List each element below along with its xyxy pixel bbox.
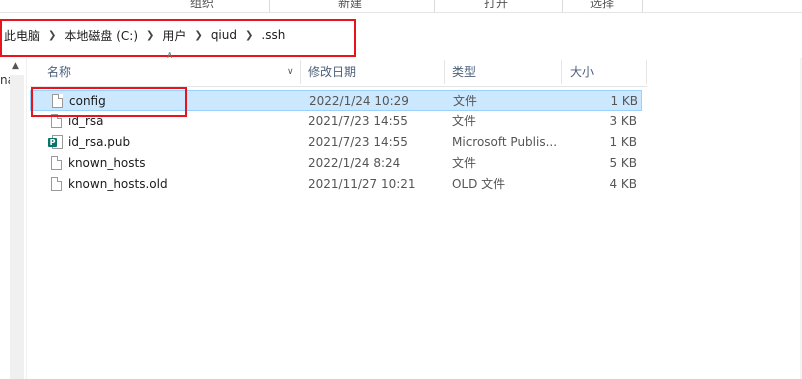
file-date-modified: 2021/7/23 14:55 [308,135,408,149]
nav-scrollbar[interactable] [10,75,24,379]
file-icon [52,94,63,108]
file-row-id-rsa[interactable]: id_rsa 2021/7/23 14:55 文件 3 KB [30,111,642,132]
file-type: 文件 [452,114,477,128]
file-type: Microsoft Publis... [452,135,558,149]
chevron-right-icon[interactable]: ❯ [144,30,156,41]
column-type[interactable]: 类型 [435,58,555,86]
column-header-row: ∧ 名称 ∨ 修改日期 类型 大小 [30,50,647,87]
ribbon-group-organize: 组织 [190,0,215,10]
file-name[interactable]: config [69,91,299,112]
breadcrumb-ssh-folder[interactable]: .ssh [255,28,291,42]
file-icon [51,114,62,128]
file-type: 文件 [452,156,477,170]
file-size: 1 KB [610,94,638,108]
file-type: 文件 [453,94,478,108]
file-name[interactable]: id_rsa [68,111,298,132]
breadcrumb-local-disk[interactable]: 本地磁盘 (C:) [58,27,144,44]
ribbon-group-new: 新建 [338,0,363,10]
ribbon-divider [434,0,435,12]
file-name[interactable]: id_rsa.pub [68,132,298,153]
ribbon-group-labels: 组织 新建 打开 选择 [0,0,802,13]
chevron-right-icon[interactable]: ❯ [243,30,255,41]
ribbon-divider [642,0,643,12]
column-date-modified[interactable]: 修改日期 [291,58,436,86]
column-name[interactable]: 名称 [30,58,300,86]
file-row-config[interactable]: config 2022/1/24 10:29 文件 1 KB [30,90,642,111]
publisher-file-icon: P [48,135,64,150]
ribbon-group-select: 选择 [590,0,615,10]
file-list: config 2022/1/24 10:29 文件 1 KB id_rsa 20… [30,90,642,195]
file-icon [51,177,62,191]
file-row-known-hosts-old[interactable]: known_hosts.old 2021/11/27 10:21 OLD 文件 … [30,174,642,195]
breadcrumb: 此电脑 ❯ 本地磁盘 (C:) ❯ 用户 ❯ qiud ❯ .ssh [0,22,802,48]
ribbon-divider [562,0,563,12]
file-date-modified: 2021/7/23 14:55 [308,114,408,128]
file-date-modified: 2021/11/27 10:21 [308,177,416,191]
chevron-right-icon[interactable]: ❯ [46,30,58,41]
file-size: 4 KB [609,177,637,191]
file-date-modified: 2022/1/24 10:29 [309,94,409,108]
column-divider[interactable] [646,60,647,84]
file-size: 3 KB [609,114,637,128]
file-size: 1 KB [609,135,637,149]
file-date-modified: 2022/1/24 8:24 [308,156,401,170]
scroll-up-icon[interactable]: ▲ [12,61,19,71]
file-icon [51,156,62,170]
chevron-right-icon[interactable]: ❯ [192,30,204,41]
file-type: OLD 文件 [452,177,506,191]
column-size[interactable]: 大小 [553,58,643,86]
file-name[interactable]: known_hosts [68,153,298,174]
file-row-id-rsa-pub[interactable]: P id_rsa.pub 2021/7/23 14:55 Microsoft P… [30,132,642,153]
breadcrumb-this-pc[interactable]: 此电脑 [0,27,46,44]
ribbon-divider [269,0,270,12]
file-name[interactable]: known_hosts.old [68,174,298,195]
file-row-known-hosts[interactable]: known_hosts 2022/1/24 8:24 文件 5 KB [30,153,642,174]
breadcrumb-users[interactable]: 用户 [156,27,192,44]
file-size: 5 KB [609,156,637,170]
breadcrumb-user-folder[interactable]: qiud [205,28,243,42]
ribbon-group-open: 打开 [484,0,509,10]
file-explorer-window: 组织 新建 打开 选择 此电脑 ❯ 本地磁盘 (C:) ❯ 用户 ❯ qiud … [0,0,802,379]
